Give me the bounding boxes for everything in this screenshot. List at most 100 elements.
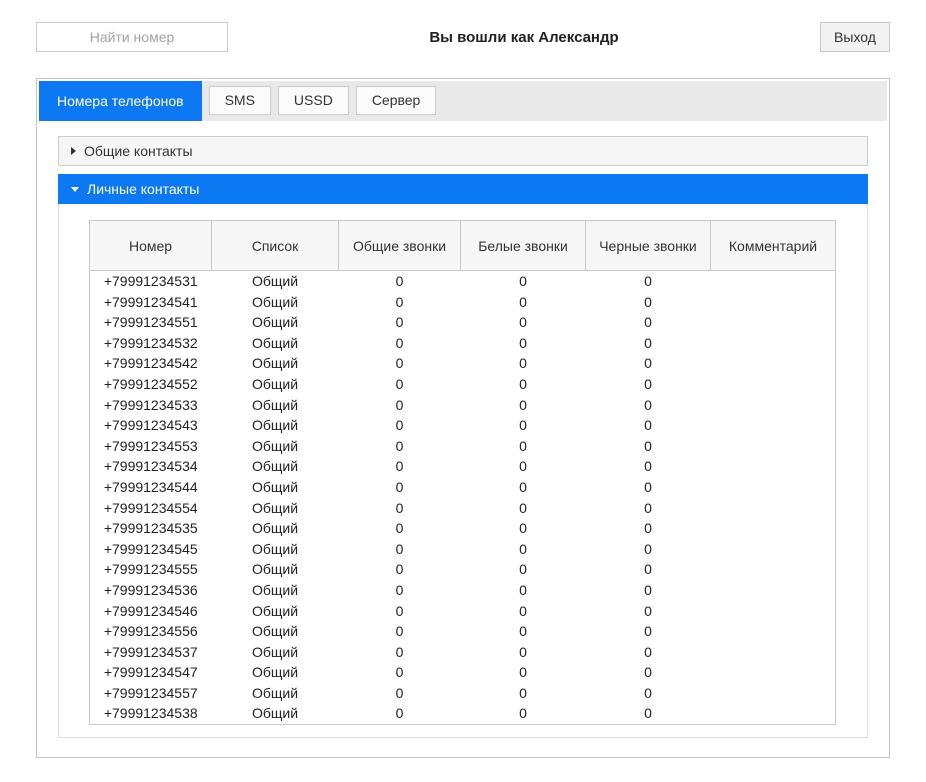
cell-list: Общий [212, 662, 339, 683]
cell-list: Общий [212, 271, 339, 292]
table-row[interactable]: +79991234532 Общий 0 0 0 [90, 333, 836, 354]
cell-list: Общий [212, 518, 339, 539]
cell-number: +79991234532 [90, 333, 212, 354]
cell-comment [711, 559, 836, 580]
table-row[interactable]: +79991234533 Общий 0 0 0 [90, 395, 836, 416]
table-row[interactable]: +79991234546 Общий 0 0 0 [90, 601, 836, 622]
table-row[interactable]: +79991234555 Общий 0 0 0 [90, 559, 836, 580]
cell-number: +79991234541 [90, 292, 212, 313]
table-row[interactable]: +79991234544 Общий 0 0 0 [90, 477, 836, 498]
table-row[interactable]: +79991234545 Общий 0 0 0 [90, 539, 836, 560]
table-row[interactable]: +79991234543 Общий 0 0 0 [90, 415, 836, 436]
cell-comment [711, 312, 836, 333]
cell-number: +79991234552 [90, 374, 212, 395]
cell-number: +79991234554 [90, 498, 212, 519]
cell-number: +79991234535 [90, 518, 212, 539]
cell-list: Общий [212, 292, 339, 313]
triangle-right-icon [71, 147, 76, 155]
cell-white-calls: 0 [461, 642, 586, 663]
table-row[interactable]: +79991234547 Общий 0 0 0 [90, 662, 836, 683]
cell-list: Общий [212, 539, 339, 560]
table-row[interactable]: +79991234535 Общий 0 0 0 [90, 518, 836, 539]
table-row[interactable]: +79991234538 Общий 0 0 0 [90, 703, 836, 724]
tab-bar: Номера телефонов SMS USSD Сервер [39, 81, 887, 121]
table-row[interactable]: +79991234556 Общий 0 0 0 [90, 621, 836, 642]
cell-black-calls: 0 [586, 312, 711, 333]
accordion-personal-contacts[interactable]: Личные контакты [58, 174, 868, 204]
cell-white-calls: 0 [461, 395, 586, 416]
cell-list: Общий [212, 601, 339, 622]
cell-comment [711, 662, 836, 683]
cell-common-calls: 0 [339, 498, 461, 519]
cell-common-calls: 0 [339, 374, 461, 395]
table-row[interactable]: +79991234553 Общий 0 0 0 [90, 436, 836, 457]
cell-black-calls: 0 [586, 333, 711, 354]
col-header-number: Номер [90, 221, 212, 271]
cell-comment [711, 621, 836, 642]
cell-comment [711, 436, 836, 457]
cell-black-calls: 0 [586, 518, 711, 539]
cell-black-calls: 0 [586, 498, 711, 519]
cell-black-calls: 0 [586, 559, 711, 580]
col-header-black-calls: Черные звонки [586, 221, 711, 271]
cell-comment [711, 456, 836, 477]
cell-common-calls: 0 [339, 353, 461, 374]
cell-common-calls: 0 [339, 580, 461, 601]
table-row[interactable]: +79991234542 Общий 0 0 0 [90, 353, 836, 374]
accordion-common-contacts[interactable]: Общие контакты [58, 136, 868, 166]
cell-white-calls: 0 [461, 456, 586, 477]
cell-list: Общий [212, 436, 339, 457]
table-row[interactable]: +79991234536 Общий 0 0 0 [90, 580, 836, 601]
logout-button[interactable]: Выход [820, 22, 890, 52]
cell-black-calls: 0 [586, 271, 711, 292]
table-row[interactable]: +79991234537 Общий 0 0 0 [90, 642, 836, 663]
table-row[interactable]: +79991234541 Общий 0 0 0 [90, 292, 836, 313]
table-row[interactable]: +79991234531 Общий 0 0 0 [90, 271, 836, 292]
cell-white-calls: 0 [461, 353, 586, 374]
cell-list: Общий [212, 312, 339, 333]
cell-white-calls: 0 [461, 703, 586, 724]
search-input[interactable] [36, 22, 228, 52]
cell-common-calls: 0 [339, 477, 461, 498]
cell-number: +79991234531 [90, 271, 212, 292]
cell-number: +79991234538 [90, 703, 212, 724]
table-row[interactable]: +79991234551 Общий 0 0 0 [90, 312, 836, 333]
cell-black-calls: 0 [586, 477, 711, 498]
tab-ussd[interactable]: USSD [278, 86, 349, 115]
cell-common-calls: 0 [339, 436, 461, 457]
cell-white-calls: 0 [461, 518, 586, 539]
cell-black-calls: 0 [586, 580, 711, 601]
cell-number: +79991234533 [90, 395, 212, 416]
table-row[interactable]: +79991234534 Общий 0 0 0 [90, 456, 836, 477]
table-row[interactable]: +79991234554 Общий 0 0 0 [90, 498, 836, 519]
cell-black-calls: 0 [586, 683, 711, 704]
cell-comment [711, 353, 836, 374]
cell-number: +79991234543 [90, 415, 212, 436]
cell-common-calls: 0 [339, 703, 461, 724]
col-header-white-calls: Белые звонки [461, 221, 586, 271]
cell-list: Общий [212, 456, 339, 477]
tab-sms[interactable]: SMS [209, 86, 271, 115]
tab-server[interactable]: Сервер [356, 86, 437, 115]
personal-contacts-panel: Номер Список Общие звонки Белые звонки Ч… [58, 204, 868, 738]
cell-white-calls: 0 [461, 271, 586, 292]
cell-number: +79991234553 [90, 436, 212, 457]
cell-black-calls: 0 [586, 292, 711, 313]
table-row[interactable]: +79991234557 Общий 0 0 0 [90, 683, 836, 704]
cell-number: +79991234551 [90, 312, 212, 333]
tab-phone-numbers[interactable]: Номера телефонов [39, 81, 202, 121]
contacts-table: Номер Список Общие звонки Белые звонки Ч… [89, 220, 836, 725]
cell-white-calls: 0 [461, 436, 586, 457]
cell-comment [711, 415, 836, 436]
cell-list: Общий [212, 642, 339, 663]
col-header-common-calls: Общие звонки [339, 221, 461, 271]
cell-white-calls: 0 [461, 683, 586, 704]
cell-white-calls: 0 [461, 477, 586, 498]
cell-number: +79991234534 [90, 456, 212, 477]
table-row[interactable]: +79991234552 Общий 0 0 0 [90, 374, 836, 395]
cell-common-calls: 0 [339, 456, 461, 477]
cell-list: Общий [212, 703, 339, 724]
cell-common-calls: 0 [339, 642, 461, 663]
cell-black-calls: 0 [586, 353, 711, 374]
cell-black-calls: 0 [586, 601, 711, 622]
